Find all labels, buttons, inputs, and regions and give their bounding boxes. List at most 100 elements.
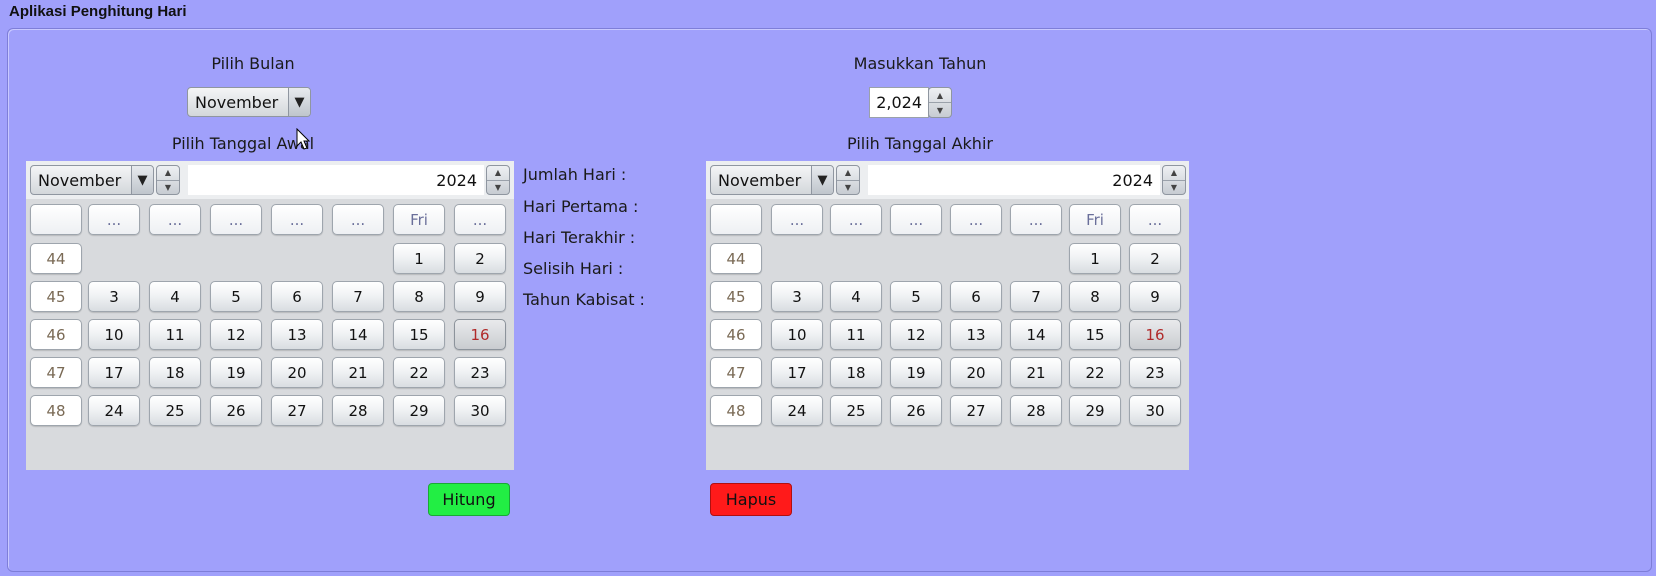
spinner-up-icon[interactable]: ▲ [487,166,509,180]
day-cell[interactable]: 9 [454,281,506,312]
day-cell[interactable]: 11 [830,319,882,350]
day-cell[interactable]: 14 [1010,319,1062,350]
month-label: Pilih Bulan [211,54,295,73]
day-cell[interactable]: 17 [88,357,140,388]
day-cell[interactable]: 29 [1069,395,1121,426]
spinner-up-icon[interactable]: ▲ [929,88,951,102]
day-cell[interactable]: 28 [1010,395,1062,426]
day-cell[interactable]: 5 [210,281,262,312]
day-cell[interactable]: 12 [890,319,942,350]
weekday-header: ... [1010,204,1062,235]
hapus-button[interactable]: Hapus [710,483,792,516]
day-cell[interactable]: 1 [1069,243,1121,274]
day-cell[interactable]: 11 [149,319,201,350]
day-cell[interactable]: 13 [950,319,1002,350]
day-cell[interactable]: 16 [1129,319,1181,350]
day-cell[interactable]: 28 [332,395,384,426]
day-cell[interactable]: 23 [454,357,506,388]
day-cell[interactable]: 25 [149,395,201,426]
day-cell[interactable]: 17 [771,357,823,388]
day-cell[interactable]: 27 [271,395,323,426]
day-cell[interactable]: 30 [1129,395,1181,426]
spinner-down-icon[interactable]: ▼ [929,102,951,117]
day-cell[interactable]: 9 [1129,281,1181,312]
day-cell[interactable]: 7 [1010,281,1062,312]
calendar-month-spinner[interactable]: ▲ ▼ [836,165,860,195]
day-cell[interactable]: 15 [1069,319,1121,350]
calendar-year-spinner[interactable]: ▲ ▼ [1162,165,1186,195]
day-cell[interactable]: 29 [393,395,445,426]
day-cell[interactable]: 5 [890,281,942,312]
day-cell[interactable]: 2 [454,243,506,274]
month-combobox-value: November [195,92,279,112]
calendar-month-combobox[interactable]: November ▼ [30,165,154,195]
weekday-header: ... [1129,204,1181,235]
chevron-down-icon[interactable]: ▼ [811,166,833,194]
day-cell[interactable]: 4 [830,281,882,312]
day-cell[interactable]: 20 [271,357,323,388]
day-cell[interactable]: 18 [149,357,201,388]
month-combobox[interactable]: November ▼ [187,87,311,117]
week-number: 44 [710,243,762,274]
weekday-header: ... [210,204,262,235]
day-cell[interactable]: 30 [454,395,506,426]
day-cell[interactable]: 6 [950,281,1002,312]
spinner-up-icon[interactable]: ▲ [157,166,179,180]
day-cell[interactable]: 1 [393,243,445,274]
day-cell[interactable]: 8 [393,281,445,312]
year-input[interactable]: 2,024 [869,87,929,118]
spinner-up-icon[interactable]: ▲ [837,166,859,180]
spinner-down-icon[interactable]: ▼ [837,179,859,195]
day-cell[interactable]: 6 [271,281,323,312]
day-cell[interactable]: 26 [890,395,942,426]
weekday-header: Fri [393,204,445,235]
day-cell[interactable]: 2 [1129,243,1181,274]
end-date-label: Pilih Tanggal Akhir [847,134,993,153]
day-cell[interactable]: 10 [771,319,823,350]
spinner-down-icon[interactable]: ▼ [1163,179,1185,195]
weekday-header: ... [332,204,384,235]
day-cell[interactable]: 24 [88,395,140,426]
calendar-year-spinner[interactable]: ▲ ▼ [486,165,510,195]
day-cell[interactable]: 21 [1010,357,1062,388]
day-cell[interactable]: 15 [393,319,445,350]
calendar-month-spinner[interactable]: ▲ ▼ [156,165,180,195]
day-cell[interactable]: 8 [1069,281,1121,312]
day-cell[interactable]: 19 [210,357,262,388]
spinner-down-icon[interactable]: ▼ [487,179,509,195]
day-cell[interactable]: 24 [771,395,823,426]
mouse-cursor-icon [296,128,311,150]
day-cell[interactable]: 26 [210,395,262,426]
year-label: Masukkan Tahun [853,54,987,73]
spinner-up-icon[interactable]: ▲ [1163,166,1185,180]
calendar-year-field[interactable]: 2024 [188,165,484,195]
day-cell[interactable]: 22 [393,357,445,388]
day-cell[interactable]: 3 [771,281,823,312]
week-number: 45 [710,281,762,312]
day-cell[interactable]: 20 [950,357,1002,388]
hitung-button[interactable]: Hitung [428,483,510,516]
day-cell[interactable]: 23 [1129,357,1181,388]
calendar-month-combobox[interactable]: November ▼ [710,165,834,195]
day-cell[interactable]: 25 [830,395,882,426]
day-cell[interactable]: 7 [332,281,384,312]
day-cell[interactable]: 27 [950,395,1002,426]
chevron-down-icon[interactable]: ▼ [288,88,310,116]
day-cell[interactable]: 18 [830,357,882,388]
calendar-year-field[interactable]: 2024 [868,165,1160,195]
day-cell[interactable]: 10 [88,319,140,350]
day-cell[interactable]: 13 [271,319,323,350]
spinner-down-icon[interactable]: ▼ [157,179,179,195]
day-cell[interactable]: 21 [332,357,384,388]
year-spinner[interactable]: ▲ ▼ [928,87,952,118]
day-cell[interactable]: 12 [210,319,262,350]
day-cell[interactable]: 14 [332,319,384,350]
weekday-header: ... [454,204,506,235]
day-cell[interactable]: 22 [1069,357,1121,388]
day-cell[interactable]: 4 [149,281,201,312]
chevron-down-icon[interactable]: ▼ [131,166,153,194]
day-cell[interactable]: 16 [454,319,506,350]
day-cell[interactable]: 3 [88,281,140,312]
day-cell[interactable]: 19 [890,357,942,388]
week-number: 46 [30,319,82,350]
